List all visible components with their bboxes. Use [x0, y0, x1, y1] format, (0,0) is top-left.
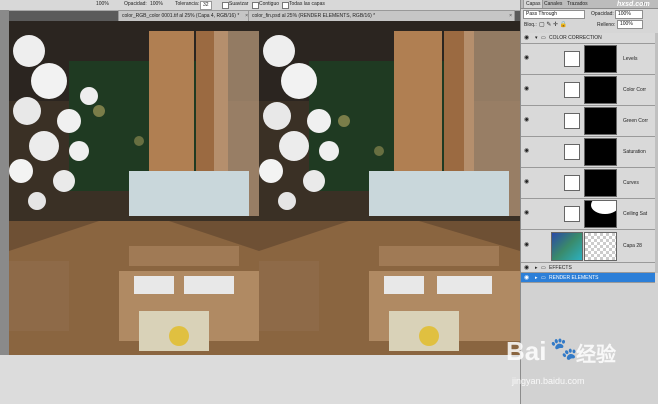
layer-name: Capa 28	[623, 243, 642, 249]
eye-icon[interactable]: ◉	[524, 265, 530, 271]
panel-opacity-label: Opacidad:	[591, 11, 614, 17]
color-balance-icon	[564, 82, 580, 98]
layer-name: COLOR CORRECTION	[549, 35, 602, 41]
document-canvas-right[interactable]	[259, 21, 520, 355]
curves-icon	[564, 175, 580, 191]
eye-icon[interactable]: ◉	[524, 86, 530, 92]
tolerance-label: Tolerancia:	[175, 1, 200, 7]
layer-name: Levels	[623, 56, 638, 62]
tab-trazados[interactable]: Trazados	[565, 0, 590, 8]
all-layers-label: Todas las capas	[289, 1, 325, 7]
layer-thumbnail[interactable]	[551, 232, 583, 261]
document-tab-right[interactable]: color_fin.psd al 25% (RENDER ELEMENTS, R…	[248, 10, 515, 21]
folder-icon: ▭	[541, 265, 546, 271]
layer-row[interactable]: ◉ ▾ ▭ COLOR CORRECTION	[521, 33, 655, 44]
group-arrow-icon[interactable]: ▸	[535, 265, 538, 271]
restaurant-render-image	[9, 21, 259, 355]
document-canvas-left[interactable]	[9, 21, 259, 355]
layer-mask-thumbnail[interactable]	[584, 138, 617, 166]
layer-mask-thumbnail[interactable]	[584, 196, 619, 228]
layer-mask-thumbnail[interactable]	[584, 107, 617, 135]
document-tab-left[interactable]: color_RGB_color 0001.tif al 25% (Capa 4,…	[118, 10, 251, 21]
opacity-value[interactable]: 100%	[150, 1, 163, 7]
restaurant-render-image	[259, 21, 520, 355]
document-tab-left-title: color_RGB_color 0001.tif al 25% (Capa 4,…	[122, 13, 240, 19]
tolerance-input[interactable]: 32	[200, 1, 212, 10]
antialias-label: Suavizar	[229, 1, 249, 7]
blend-mode-select[interactable]: Pass Through	[523, 10, 585, 19]
layer-name: EFFECTS	[549, 265, 572, 271]
layer-row[interactable]: ◉ Green Corr	[521, 106, 655, 137]
layer-mask-thumbnail[interactable]	[584, 76, 617, 104]
tab-capas[interactable]: Capas	[523, 0, 544, 8]
eye-icon[interactable]: ◉	[524, 210, 530, 216]
layer-row[interactable]: ◉ Levels	[521, 44, 655, 75]
group-arrow-icon[interactable]: ▾	[535, 35, 538, 41]
contiguous-checkbox[interactable]	[252, 2, 259, 9]
layer-name: Green Corr	[623, 118, 649, 124]
close-icon[interactable]: ×	[509, 11, 512, 21]
eye-icon[interactable]: ◉	[524, 117, 530, 123]
layer-row[interactable]: ◉ Ceiling Sat	[521, 196, 655, 230]
hue-saturation-icon	[564, 144, 580, 160]
watermark-brand: Bai	[506, 336, 547, 366]
antialias-checkbox[interactable]	[222, 2, 229, 9]
layer-name: Curves	[623, 180, 639, 186]
layer-mask-thumbnail[interactable]	[584, 169, 617, 197]
document-tab-right-title: color_fin.psd al 25% (RENDER ELEMENTS, R…	[252, 13, 376, 19]
mask-shape	[591, 196, 619, 214]
curves-icon	[564, 113, 580, 129]
panel-opacity-input[interactable]: 100%	[615, 10, 643, 19]
eye-icon[interactable]: ◉	[524, 179, 530, 185]
levels-icon	[564, 51, 580, 67]
layer-name: RENDER ELEMENTS	[549, 275, 599, 281]
workspace-background	[0, 10, 9, 404]
layer-row-selected[interactable]: ◉ ▸ ▭ RENDER ELEMENTS	[521, 273, 655, 283]
eye-icon[interactable]: ◉	[524, 35, 530, 41]
baidu-watermark: Bai 🐾 经验 jingyan.baidu.com	[506, 328, 628, 398]
site-watermark: hxsd.com	[617, 1, 650, 8]
layer-list: ◉ ▾ ▭ COLOR CORRECTION ◉ Levels ◉ Color …	[521, 33, 658, 273]
layer-row[interactable]: ◉ Curves	[521, 168, 655, 199]
workspace-bottom-area	[0, 355, 520, 404]
group-arrow-icon[interactable]: ▸	[535, 275, 538, 281]
contiguous-label: Contiguo	[259, 1, 280, 7]
fill-label: Relleno:	[597, 22, 616, 28]
folder-icon: ▭	[541, 35, 546, 41]
all-layers-checkbox[interactable]	[282, 2, 289, 9]
eye-icon[interactable]: ◉	[524, 275, 530, 281]
curves-icon	[564, 206, 580, 222]
tab-canales[interactable]: Canales	[542, 0, 564, 8]
layer-name: Saturation	[623, 149, 646, 155]
fill-input[interactable]: 100%	[617, 20, 643, 29]
paw-icon: 🐾	[550, 336, 578, 361]
eye-icon[interactable]: ◉	[524, 148, 530, 154]
lock-icons[interactable]: ▢ ✎ ✛ 🔒	[539, 21, 567, 28]
layer-name: Color Corr	[623, 87, 647, 93]
eye-icon[interactable]: ◉	[524, 242, 530, 248]
layer-row[interactable]: ◉ Color Corr	[521, 75, 655, 106]
eye-icon[interactable]: ◉	[524, 55, 530, 61]
folder-icon: ▭	[541, 275, 546, 281]
watermark-url: jingyan.baidu.com	[512, 376, 585, 386]
layer-name: Ceiling Sat	[623, 211, 648, 217]
opacity-label: Opacidad:	[124, 1, 147, 7]
layer-mask-thumbnail[interactable]	[584, 232, 617, 261]
layer-row[interactable]: ◉ Saturation	[521, 137, 655, 168]
watermark-brand-suffix: 经验	[576, 344, 616, 366]
layer-row[interactable]: ◉ ▸ ▭ EFFECTS	[521, 263, 655, 273]
zoom-readout[interactable]: 100%	[96, 1, 109, 7]
lock-label: Bloq.:	[524, 22, 537, 28]
layer-row[interactable]: ◉ Capa 28	[521, 230, 655, 263]
layer-mask-thumbnail[interactable]	[584, 45, 617, 73]
